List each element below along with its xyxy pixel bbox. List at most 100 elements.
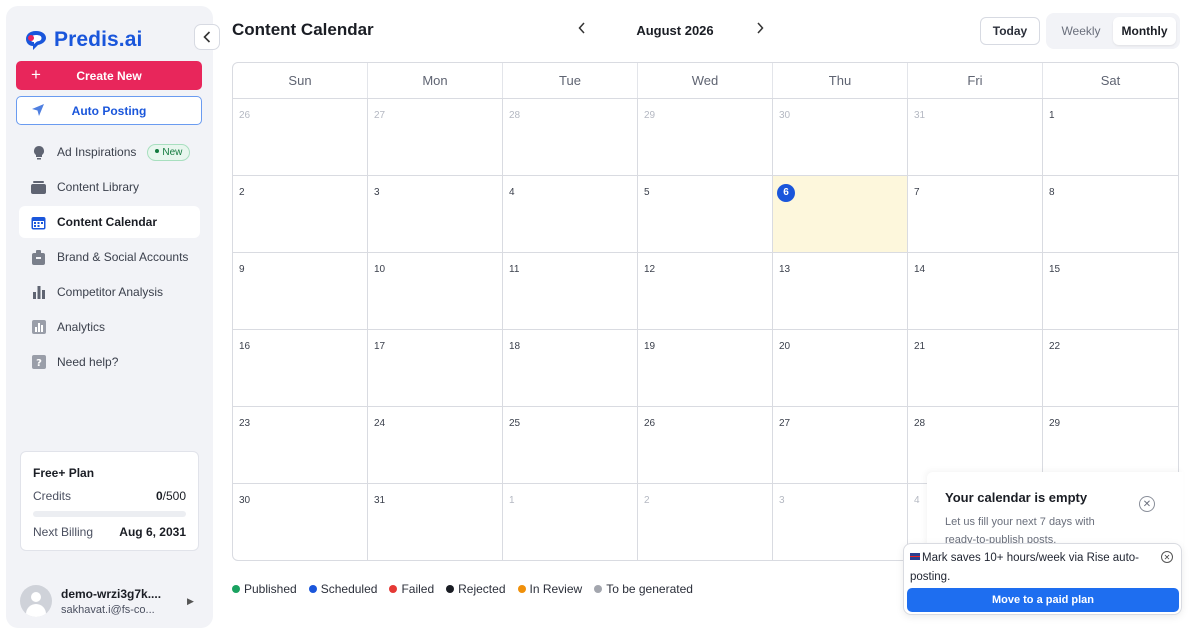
calendar-day[interactable]: 3: [773, 484, 908, 560]
collapse-sidebar-button[interactable]: [194, 24, 220, 50]
close-icon[interactable]: ✕: [1139, 496, 1155, 512]
calendar-day[interactable]: 15: [1043, 253, 1178, 330]
calendar-day[interactable]: 5: [638, 176, 773, 253]
calendar-day[interactable]: 31: [368, 484, 503, 560]
day-number: 9: [239, 264, 245, 275]
day-number: 2: [644, 495, 650, 506]
day-number: 31: [914, 110, 926, 121]
legend-item: Scheduled: [308, 582, 377, 596]
weekday-header: Sun Mon Tue Wed Thu Fri Sat: [233, 63, 1178, 99]
day-number: 19: [644, 341, 656, 352]
sidebar-item-analytics[interactable]: Analytics: [19, 311, 200, 343]
sidebar-item-need-help[interactable]: ? Need help?: [19, 346, 200, 378]
calendar-day[interactable]: 25: [503, 407, 638, 484]
day-number: 30: [779, 110, 791, 121]
status-dot-icon: [308, 585, 317, 593]
day-number: 29: [1049, 418, 1061, 429]
prev-month-button[interactable]: [578, 21, 586, 38]
calendar-day[interactable]: 31: [908, 99, 1043, 176]
calendar-day[interactable]: 23: [233, 407, 368, 484]
day-number: 15: [1049, 264, 1061, 275]
calendar-day[interactable]: 19: [638, 330, 773, 407]
calendar-day[interactable]: 30: [233, 484, 368, 560]
sidebar-item-content-calendar[interactable]: Content Calendar: [19, 206, 200, 238]
calendar-day[interactable]: 1: [1043, 99, 1178, 176]
calendar-day[interactable]: 18: [503, 330, 638, 407]
calendar-day[interactable]: 26: [233, 99, 368, 176]
empty-title: Your calendar is empty: [945, 490, 1088, 505]
avatar: [20, 585, 52, 617]
move-to-paid-plan-button[interactable]: Move to a paid plan: [907, 588, 1179, 612]
lightbulb-icon: [31, 145, 46, 160]
calendar-day[interactable]: 14: [908, 253, 1043, 330]
briefcase-icon: [31, 249, 46, 265]
calendar-day[interactable]: 21: [908, 330, 1043, 407]
calendar-day-today[interactable]: 6: [773, 176, 908, 253]
calendar-day[interactable]: 27: [368, 99, 503, 176]
legend-label: Failed: [401, 582, 435, 596]
weekday-label: Mon: [368, 63, 503, 98]
user-profile[interactable]: demo-wrzi3g7k.... sakhavat.i@fs-co... ▶: [20, 583, 200, 619]
calendar-day[interactable]: 16: [233, 330, 368, 407]
calendar-day[interactable]: 30: [773, 99, 908, 176]
sidebar-item-label: Content Calendar: [57, 215, 158, 229]
calendar-day[interactable]: 2: [233, 176, 368, 253]
sidebar-item-brand-social-accounts[interactable]: Brand & Social Accounts: [19, 241, 200, 273]
sidebar-item-content-library[interactable]: Content Library: [19, 171, 200, 203]
calendar-day[interactable]: 3: [368, 176, 503, 253]
calendar-day[interactable]: 22: [1043, 330, 1178, 407]
sidebar: Predis.ai + Create New Auto Posting Ad I…: [6, 6, 213, 628]
weekly-view-button[interactable]: Weekly: [1049, 17, 1113, 45]
bar-chart-icon: [31, 285, 46, 300]
day-number: 17: [374, 341, 386, 352]
day-number: 27: [779, 418, 791, 429]
day-number: 16: [239, 341, 251, 352]
create-new-button[interactable]: + Create New: [16, 61, 202, 90]
calendar-day[interactable]: 27: [773, 407, 908, 484]
day-number: 27: [374, 110, 386, 121]
today-button[interactable]: Today: [980, 17, 1040, 45]
sidebar-item-label: Content Library: [57, 180, 140, 194]
calendar-day[interactable]: 7: [908, 176, 1043, 253]
calendar-day[interactable]: 29: [638, 99, 773, 176]
calendar-day[interactable]: 9: [233, 253, 368, 330]
calendar-day[interactable]: 2: [638, 484, 773, 560]
day-number: 5: [644, 187, 650, 198]
sidebar-item-competitor-analysis[interactable]: Competitor Analysis: [19, 276, 200, 308]
next-month-button[interactable]: [756, 21, 764, 38]
calendar-day[interactable]: 13: [773, 253, 908, 330]
brand-logo[interactable]: Predis.ai: [24, 28, 142, 52]
create-new-label: Create New: [76, 68, 142, 83]
status-dot-icon: [517, 585, 526, 593]
upgrade-toast: Mark saves 10+ hours/week via Rise auto-…: [903, 543, 1182, 615]
chevron-left-icon: [203, 31, 211, 43]
billing-date: Aug 6, 2031: [119, 525, 186, 539]
calendar-day[interactable]: 28: [503, 99, 638, 176]
day-number: 2: [239, 187, 245, 198]
help-icon: ?: [31, 355, 46, 370]
legend-label: Published: [244, 582, 297, 596]
calendar-day[interactable]: 1: [503, 484, 638, 560]
calendar-day[interactable]: 12: [638, 253, 773, 330]
current-month: August 2026: [636, 23, 714, 38]
library-icon: [31, 180, 46, 195]
calendar-day[interactable]: 4: [503, 176, 638, 253]
sidebar-item-label: Analytics: [57, 320, 106, 334]
calendar-day[interactable]: 26: [638, 407, 773, 484]
day-number: 21: [914, 341, 926, 352]
close-icon[interactable]: ✕: [1161, 551, 1173, 563]
calendar-icon: [31, 215, 46, 230]
calendar-day[interactable]: 17: [368, 330, 503, 407]
paper-plane-icon: [32, 104, 44, 116]
sidebar-item-ad-inspirations[interactable]: Ad Inspirations New: [19, 136, 200, 168]
calendar-day[interactable]: 11: [503, 253, 638, 330]
day-number: 30: [239, 495, 251, 506]
calendar-day[interactable]: 10: [368, 253, 503, 330]
calendar-day[interactable]: 8: [1043, 176, 1178, 253]
calendar-day[interactable]: 20: [773, 330, 908, 407]
page-title: Content Calendar: [232, 20, 374, 39]
auto-posting-button[interactable]: Auto Posting: [16, 96, 202, 125]
monthly-view-button[interactable]: Monthly: [1113, 17, 1176, 45]
calendar-day[interactable]: 24: [368, 407, 503, 484]
day-number: 26: [239, 110, 251, 121]
